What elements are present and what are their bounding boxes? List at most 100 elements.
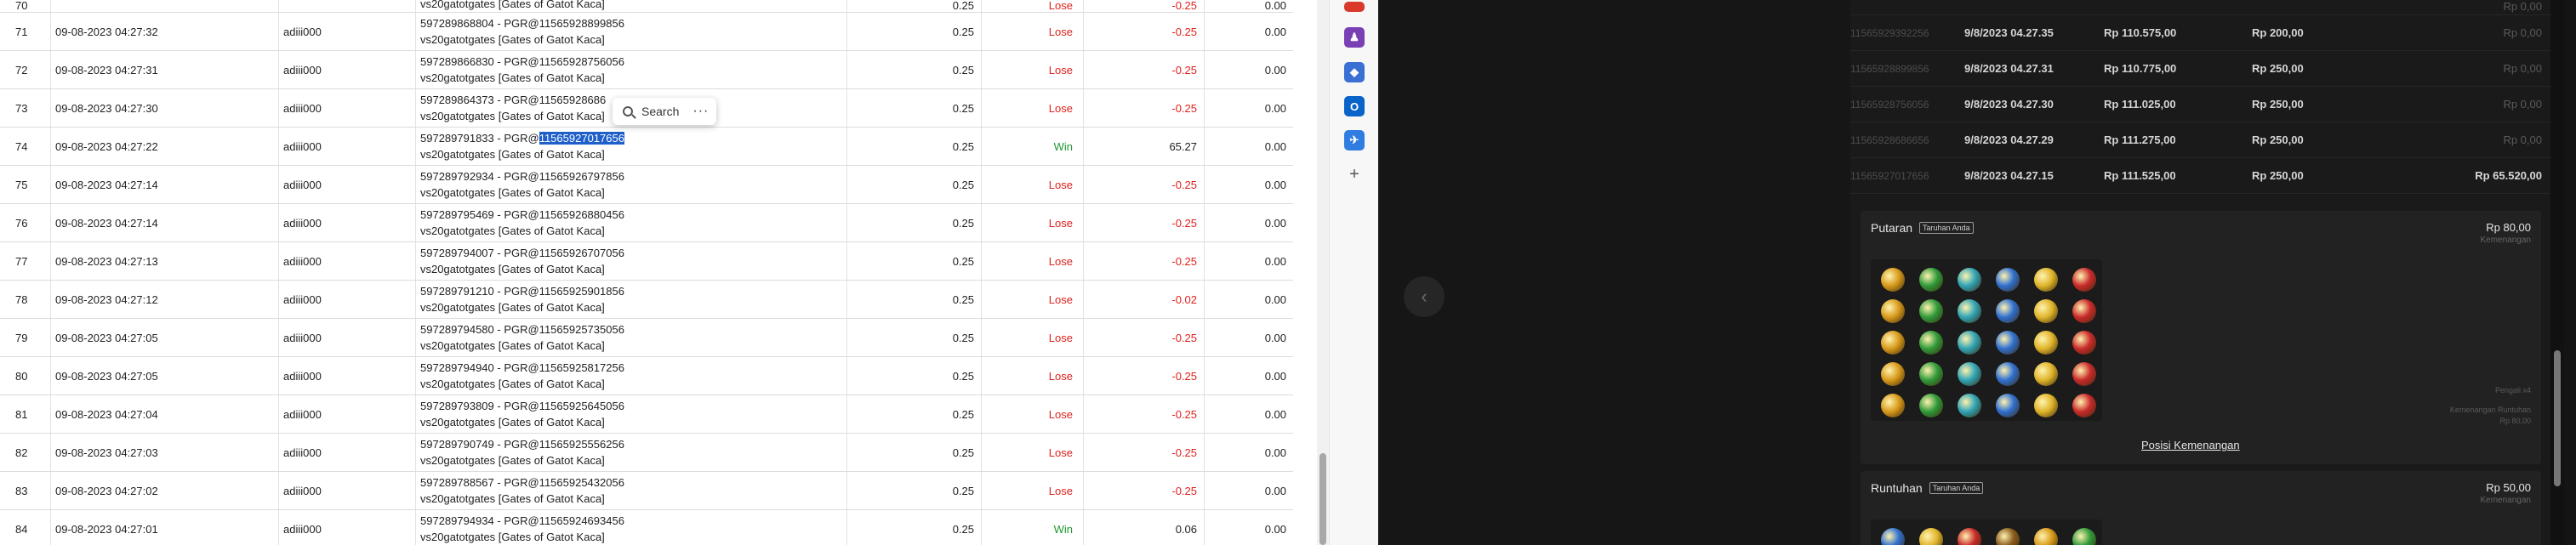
table-row[interactable]: 80 09-08-2023 04:27:05 adiii000 59728979494… (0, 357, 1293, 395)
slot-symbol (1919, 268, 1943, 292)
row-number: 77 (0, 242, 51, 280)
description-cell: 597289788567 - PGR@11565925432056 vs20gat… (416, 472, 847, 509)
username-cell: adiii000 (279, 51, 416, 88)
round-balance: Rp 110.575,00 (2104, 26, 2177, 39)
table-row[interactable]: 72 09-08-2023 04:27:31 adiii000 59728986683… (0, 51, 1293, 89)
history-row[interactable]: 11565928686656 9/8/2023 04.27.29 Rp 111.27… (1850, 122, 2550, 158)
slot-symbol (1996, 394, 2020, 417)
jackpot-cell: 0.00 (1264, 254, 1286, 268)
winloss-cell: -0.25 (1084, 89, 1205, 127)
history-row[interactable]: 11565928899856 9/8/2023 04.27.31 Rp 110.77… (1850, 51, 2550, 87)
row-number: 81 (0, 395, 51, 433)
copilot-icon[interactable]: ◆ (1344, 62, 1365, 82)
row-number: 73 (0, 89, 51, 127)
outlook-icon[interactable]: O (1344, 96, 1365, 116)
status-cell: Win (982, 128, 1084, 165)
history-row[interactable]: 11565929392256 9/8/2023 04.27.35 Rp 110.57… (1850, 15, 2550, 51)
username-cell: adiii000 (279, 204, 416, 241)
more-options-icon[interactable]: ··· (692, 104, 709, 119)
add-icon[interactable]: + (1344, 164, 1365, 185)
app-icon[interactable] (1344, 2, 1365, 12)
date-cell: 09-08-2023 04:27:30 (51, 89, 279, 127)
transaction-ref: 597289794940 - PGR@11565925817256 (420, 361, 624, 374)
table-row[interactable]: 83 09-08-2023 04:27:02 adiii000 59728978856… (0, 472, 1293, 510)
win-amount: Rp 80,00 (2486, 221, 2531, 234)
scrollbar-thumb[interactable] (2554, 350, 2561, 486)
row-number: 74 (0, 128, 51, 165)
history-row[interactable]: 11565927017656 9/8/2023 04.27.15 Rp 111.52… (1850, 158, 2550, 194)
table-row[interactable]: 79 09-08-2023 04:27:05 adiii000 59728979458… (0, 319, 1293, 357)
table-row[interactable]: 81 09-08-2023 04:27:04 adiii000 59728979380… (0, 395, 1293, 434)
table-row[interactable]: 77 09-08-2023 04:27:13 adiii000 59728979400… (0, 242, 1293, 281)
winloss-cell: -0.25 (1084, 166, 1205, 203)
search-button[interactable]: Search (641, 105, 679, 118)
description-cell: 597289792934 - PGR@11565926797856 vs20gat… (416, 166, 847, 203)
round-date: 9/8/2023 04.27.31 (1964, 62, 2054, 75)
game-name: vs20gatotgates [Gates of Gatot Kaca] (420, 378, 605, 390)
round-balance: Rp 111.275,00 (2104, 133, 2176, 146)
slot-symbol (1919, 362, 1943, 386)
jackpot-cell: 0.00 (1264, 446, 1286, 459)
transaction-ref: 597289868804 - PGR@11565928899856 (420, 17, 624, 30)
description-cell: 597289866830 - PGR@11565928756056 vs20gat… (416, 51, 847, 88)
sheet-scrollbar[interactable] (1317, 0, 1329, 545)
table-row[interactable]: 75 09-08-2023 04:27:14 adiii000 59728979293… (0, 166, 1293, 204)
round-bet: Rp 250,00 (2252, 98, 2304, 111)
cascade-win-label: Kemenangan Runtuhan (2449, 406, 2531, 414)
slot-symbol (1996, 331, 2020, 355)
round-balance: Rp 110.775,00 (2104, 62, 2177, 75)
date-cell: 09-08-2023 04:27:14 (51, 204, 279, 241)
table-row[interactable]: 78 09-08-2023 04:27:12 adiii000 59728979121… (0, 281, 1293, 319)
transaction-ref: 597289794580 - PGR@11565925735056 (420, 323, 624, 336)
row-number: 82 (0, 434, 51, 471)
shopping-icon[interactable]: ✈ (1344, 130, 1365, 150)
slot-symbol (2072, 394, 2096, 417)
scrollbar-thumb[interactable] (1319, 453, 1326, 545)
cascade-win-amount: Rp 80,00 (2499, 417, 2531, 425)
status-cell: Win (982, 510, 1084, 545)
game-name: vs20gatotgates [Gates of Gatot Kaca] (420, 263, 605, 275)
transaction-ref: 597289794007 - PGR@11565926707056 (420, 247, 624, 259)
username-cell: adiii000 (279, 166, 416, 203)
row-number: 79 (0, 319, 51, 356)
history-row[interactable]: Rp 0,00 (1850, 0, 2550, 15)
round-win: Rp 0,00 (2503, 133, 2542, 146)
table-row[interactable]: 71 09-08-2023 04:27:32 adiii000 59728986880… (0, 13, 1293, 51)
slot-symbol (2072, 528, 2096, 545)
slot-symbol (1996, 299, 2020, 323)
date-cell: 09-08-2023 04:27:03 (51, 434, 279, 471)
selection-search-popup[interactable]: Search ··· (613, 98, 716, 125)
game-name: vs20gatotgates [Gates of Gatot Kaca] (420, 0, 605, 10)
symbol-grid (1871, 259, 2102, 421)
multiplier-label: Pengali x4 (2494, 386, 2531, 395)
win-label: Kemenangan (2480, 496, 2532, 505)
people-icon[interactable]: ♟ (1344, 27, 1365, 48)
status-cell: Lose (982, 13, 1084, 50)
jackpot-cell: 0.00 (1264, 292, 1286, 306)
history-row[interactable]: 11565928756056 9/8/2023 04.27.30 Rp 111.02… (1850, 87, 2550, 122)
table-row[interactable]: 70 vs20gatotgates [Gates of Gatot Kaca] … (0, 0, 1293, 13)
back-button[interactable]: ‹ (1404, 276, 1445, 317)
bet-cell: 0.25 (847, 357, 982, 395)
transaction-ref: 597289791833 - PGR@11565927017656 (420, 132, 624, 145)
game-name: vs20gatotgates [Gates of Gatot Kaca] (420, 71, 605, 84)
spreadsheet: 70 vs20gatotgates [Gates of Gatot Kaca] … (0, 0, 1293, 545)
date-cell: 09-08-2023 04:27:01 (51, 510, 279, 545)
slot-symbol (2072, 362, 2096, 386)
bet-cell: 0.25 (847, 510, 982, 545)
slot-symbol (2034, 362, 2058, 386)
game-history-app: ‹ Rp 0,00 11565929392256 9/8/2023 04.27.35… (1378, 0, 2576, 545)
table-row[interactable]: 84 09-08-2023 04:27:01 adiii000 59728979493… (0, 510, 1293, 545)
transaction-ref: 597289788567 - PGR@11565925432056 (420, 476, 624, 489)
table-row[interactable]: 74 09-08-2023 04:27:22 adiii000 59728979183… (0, 128, 1293, 166)
table-row[interactable]: 82 09-08-2023 04:27:03 adiii000 59728979074… (0, 434, 1293, 472)
slot-symbol (1919, 394, 1943, 417)
table-row[interactable]: 76 09-08-2023 04:27:14 adiii000 59728979546… (0, 204, 1293, 242)
status-cell: Lose (982, 357, 1084, 395)
status-cell: Lose (982, 0, 1084, 12)
winning-position-link[interactable]: Posisi Kemenangan (2141, 439, 2240, 451)
slot-symbol (2034, 299, 2058, 323)
round-id: 11565929392256 (1850, 26, 1929, 39)
bet-cell: 0.25 (847, 472, 982, 509)
panel-scrollbar[interactable] (2550, 0, 2564, 545)
